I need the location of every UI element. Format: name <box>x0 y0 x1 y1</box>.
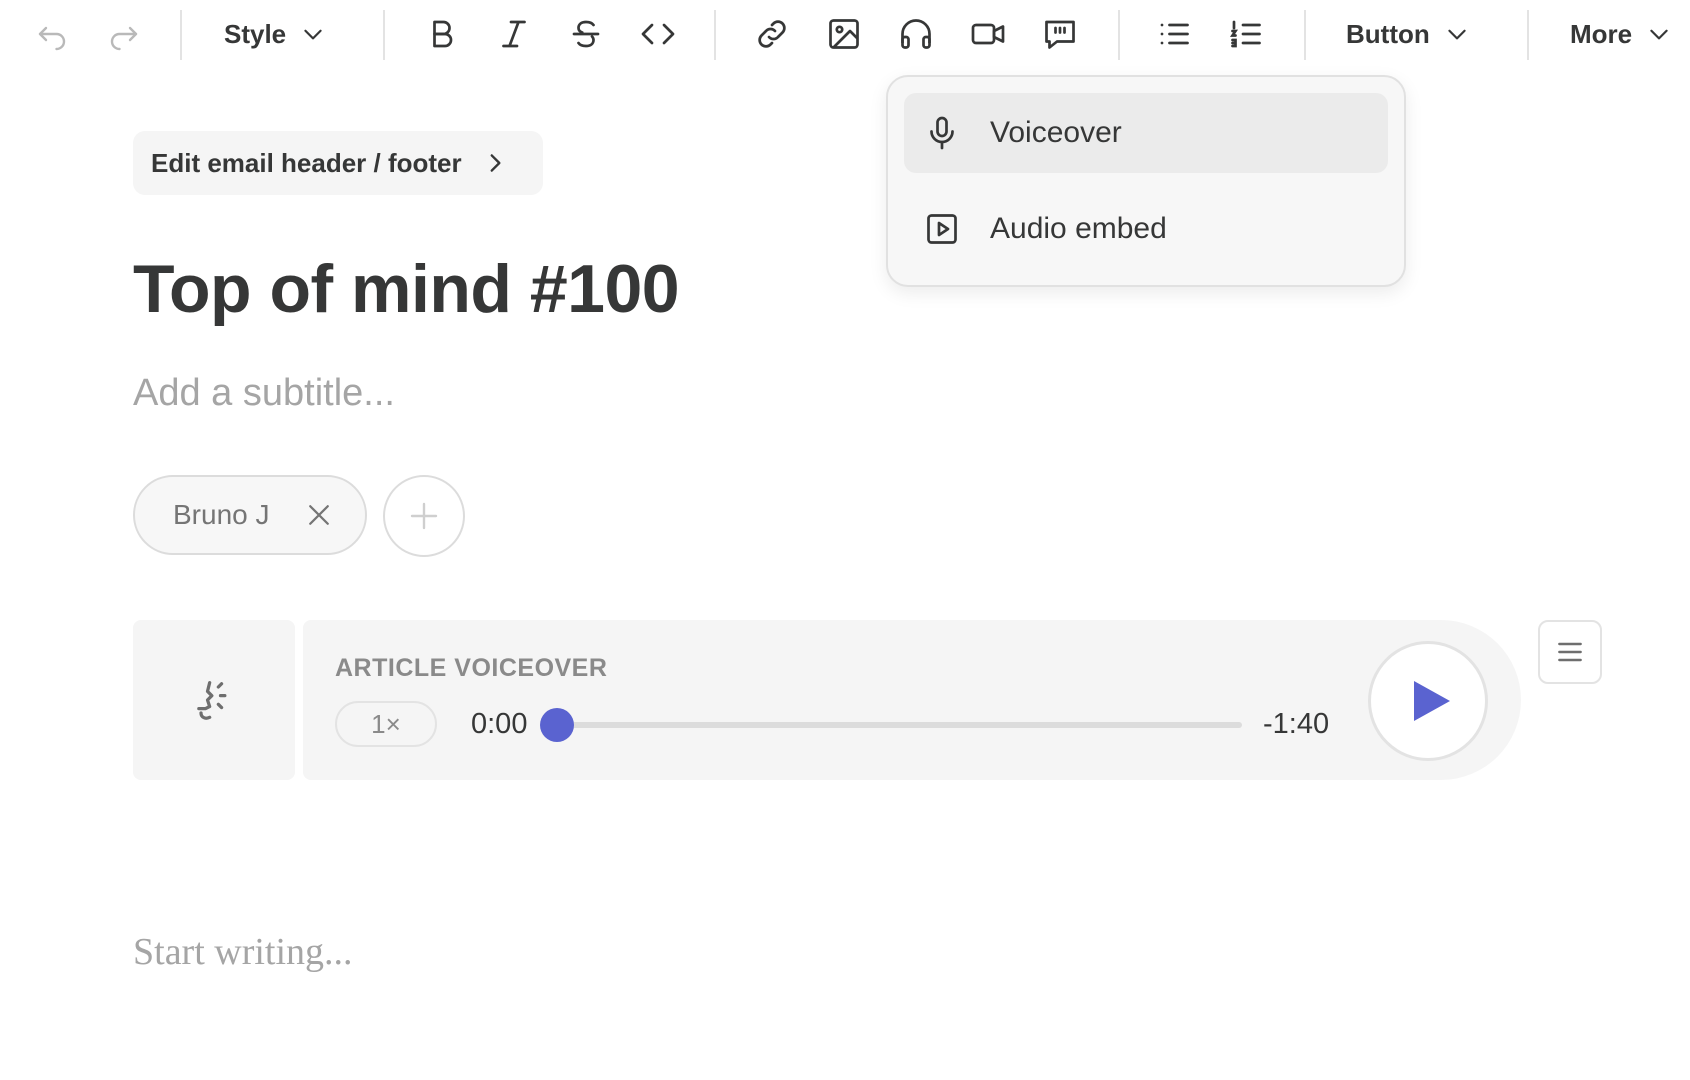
voiceover-label: ARTICLE VOICEOVER <box>335 654 608 682</box>
microphone-icon <box>930 116 954 150</box>
edit-header-footer-button[interactable]: Edit email header / footer <box>133 131 543 195</box>
current-time: 0:00 <box>471 708 528 740</box>
post-title[interactable]: Top of mind #100 <box>133 250 680 328</box>
add-author-button[interactable] <box>383 475 465 557</box>
subtitle-input[interactable]: Add a subtitle... <box>133 372 395 415</box>
play-square-icon <box>927 214 957 244</box>
menu-item-voiceover[interactable]: Voiceover <box>904 93 1388 173</box>
numbered-list-button[interactable] <box>1220 8 1272 60</box>
audio-menu: Voiceover Audio embed <box>886 75 1406 287</box>
edit-header-footer-label: Edit email header / footer <box>151 147 462 178</box>
chevron-down-icon <box>1448 29 1466 40</box>
bulleted-list-icon <box>1160 23 1189 45</box>
menu-item-label: Audio embed <box>990 212 1167 245</box>
italic-button[interactable] <box>488 8 540 60</box>
editor-toolbar: Style Button More <box>0 0 1690 70</box>
play-button[interactable] <box>1368 641 1488 761</box>
chevron-down-icon <box>1650 29 1668 40</box>
toolbar-divider <box>1118 10 1120 60</box>
redo-button[interactable] <box>98 8 150 60</box>
image-button[interactable] <box>818 8 870 60</box>
hamburger-icon <box>1558 642 1582 662</box>
more-dropdown[interactable]: More <box>1570 14 1672 54</box>
voiceover-artwork <box>133 620 295 780</box>
progress-track[interactable] <box>556 722 1242 728</box>
remaining-time: -1:40 <box>1263 708 1330 740</box>
image-icon <box>829 19 859 49</box>
undo-button[interactable] <box>26 8 78 60</box>
strikethrough-button[interactable] <box>560 8 612 60</box>
toolbar-divider <box>1527 10 1529 60</box>
progress-thumb[interactable] <box>540 708 574 742</box>
italic-icon <box>502 20 526 48</box>
audio-button[interactable] <box>890 8 942 60</box>
playback-speed-button[interactable]: 1× <box>335 701 437 747</box>
bold-icon <box>433 20 453 48</box>
toolbar-divider <box>1304 10 1306 60</box>
video-button[interactable] <box>962 8 1014 60</box>
voiceover-player: ARTICLE VOICEOVER 1× 0:00 -1:40 <box>303 620 1521 780</box>
close-icon[interactable] <box>304 500 334 530</box>
author-chip: Bruno J <box>133 475 367 555</box>
button-dropdown-label: Button <box>1346 18 1430 49</box>
menu-item-label: Voiceover <box>990 116 1122 149</box>
video-icon <box>971 23 1005 45</box>
code-button[interactable] <box>632 8 684 60</box>
button-dropdown[interactable]: Button <box>1346 14 1470 54</box>
numbered-list-icon <box>1229 20 1261 48</box>
toolbar-divider <box>383 10 385 60</box>
style-dropdown-label: Style <box>224 18 287 49</box>
toolbar-divider <box>180 10 182 60</box>
headphones-icon <box>901 19 931 49</box>
author-name: Bruno J <box>173 499 270 530</box>
block-menu-button[interactable] <box>1538 620 1602 684</box>
undo-icon <box>38 26 66 51</box>
toolbar-divider <box>714 10 716 60</box>
style-dropdown[interactable]: Style <box>224 14 326 54</box>
chevron-down-icon <box>304 29 322 40</box>
link-icon <box>758 20 786 48</box>
redo-icon <box>110 26 138 51</box>
speaking-head-icon <box>197 681 227 720</box>
quote-button[interactable] <box>1034 8 1086 60</box>
plus-icon <box>410 502 438 530</box>
bold-button[interactable] <box>416 8 468 60</box>
play-icon <box>1414 681 1450 721</box>
more-dropdown-label: More <box>1570 18 1633 49</box>
body-editor[interactable]: Start writing... <box>133 930 353 974</box>
menu-item-audio-embed[interactable]: Audio embed <box>904 189 1388 269</box>
bulleted-list-button[interactable] <box>1148 8 1200 60</box>
chevron-right-icon <box>490 154 501 172</box>
link-button[interactable] <box>746 8 798 60</box>
code-icon <box>641 23 675 45</box>
strikethrough-icon <box>572 20 600 48</box>
quote-icon <box>1045 20 1075 49</box>
